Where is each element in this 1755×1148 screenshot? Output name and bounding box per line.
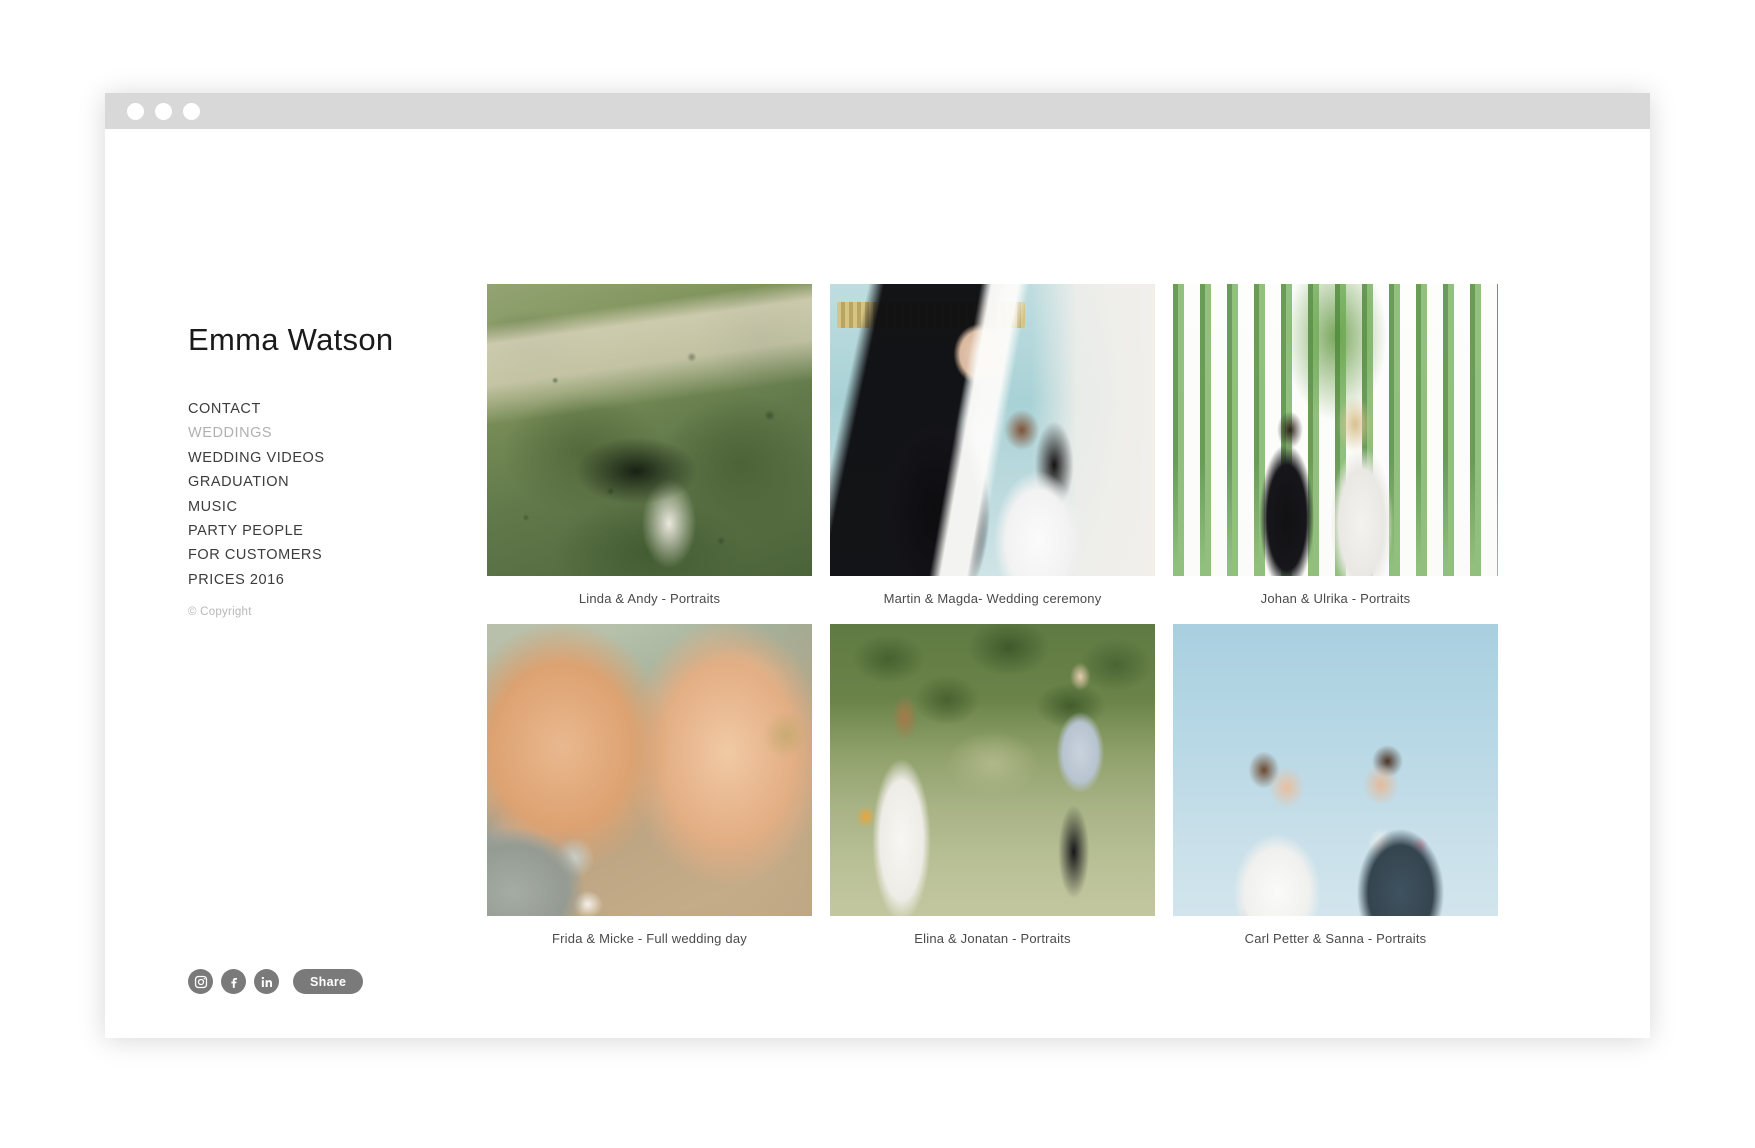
gallery-photo-elina-jonatan[interactable] [830,624,1155,916]
gallery-caption: Carl Petter & Sanna - Portraits [1244,931,1427,946]
page-content: Emma Watson CONTACT WEDDINGS WEDDING VID… [105,129,1650,1038]
close-dot[interactable] [127,102,144,120]
main-navigation: CONTACT WEDDINGS WEDDING VIDEOS GRADUATI… [188,397,325,592]
nav-item-wedding-videos[interactable]: WEDDING VIDEOS [188,446,325,470]
photo-gallery: Linda & Andy - Portraits Martin & Magda-… [487,284,1498,946]
gallery-caption: Linda & Andy - Portraits [578,591,721,606]
nav-item-for-customers[interactable]: FOR CUSTOMERS [188,543,325,567]
nav-item-graduation[interactable]: GRADUATION [188,470,325,494]
gallery-item[interactable]: Carl Petter & Sanna - Portraits [1173,624,1498,946]
minimize-dot[interactable] [155,102,172,120]
browser-window: Emma Watson CONTACT WEDDINGS WEDDING VID… [105,93,1650,1038]
gallery-item[interactable]: Elina & Jonatan - Portraits [830,624,1155,946]
instagram-icon[interactable] [188,969,213,994]
nav-item-party-people[interactable]: PARTY PEOPLE [188,519,325,543]
nav-item-weddings[interactable]: WEDDINGS [188,421,325,445]
gallery-photo-frida-micke[interactable] [487,624,812,916]
gallery-photo-johan-ulrika[interactable] [1173,284,1498,576]
gallery-caption: Martin & Magda- Wedding ceremony [883,591,1102,606]
nav-item-prices-2016[interactable]: PRICES 2016 [188,568,325,592]
gallery-photo-martin-magda[interactable] [830,284,1155,576]
gallery-caption: Elina & Jonatan - Portraits [914,931,1071,946]
sidebar: Emma Watson CONTACT WEDDINGS WEDDING VID… [105,129,443,1038]
linkedin-icon[interactable] [254,969,279,994]
nav-item-music[interactable]: MUSIC [188,495,325,519]
facebook-icon[interactable] [221,969,246,994]
gallery-item[interactable]: Martin & Magda- Wedding ceremony [830,284,1155,606]
gallery-photo-linda-andy[interactable] [487,284,812,576]
gallery-photo-carl-petter-sanna[interactable] [1173,624,1498,916]
gallery-item[interactable]: Linda & Andy - Portraits [487,284,812,606]
copyright-text: © Copyright [188,606,252,618]
social-links: Share [188,969,364,994]
share-button[interactable]: Share [293,969,364,994]
gallery-caption: Frida & Micke - Full wedding day [552,931,747,946]
window-title-bar [105,93,1650,129]
gallery-item[interactable]: Frida & Micke - Full wedding day [487,624,812,946]
maximize-dot[interactable] [183,102,200,120]
gallery-caption: Johan & Ulrika - Portraits [1260,591,1411,606]
site-title: Emma Watson [188,322,394,357]
gallery-item[interactable]: Johan & Ulrika - Portraits [1173,284,1498,606]
nav-item-contact[interactable]: CONTACT [188,397,325,421]
